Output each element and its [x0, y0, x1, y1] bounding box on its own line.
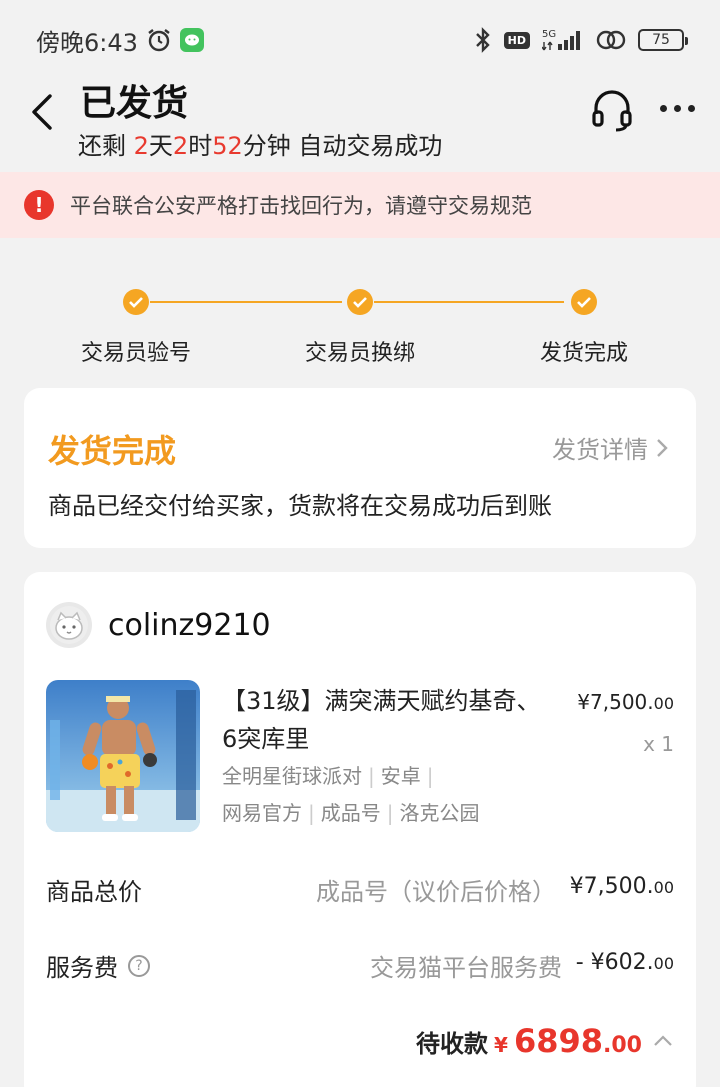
meta-official: 网易官方 — [222, 801, 302, 825]
battery-indicator: 75 — [638, 29, 688, 51]
alarm-icon — [146, 27, 172, 53]
service-fee-note: 交易猫平台服务费 — [370, 954, 562, 982]
warning-icon: ! — [24, 190, 54, 220]
meta-type: 成品号 — [320, 801, 381, 825]
product-quantity: x 1 — [643, 732, 674, 756]
chevron-left-icon — [32, 94, 52, 130]
product-price: ¥7,500.00 — [577, 690, 674, 714]
delivery-status-title: 发货完成 — [48, 432, 177, 470]
receivable-row[interactable]: 待收款 ¥ 6898 .00 — [416, 1022, 674, 1060]
game-character-image — [46, 680, 200, 832]
back-button[interactable] — [28, 92, 56, 132]
signal-icon: 5G — [542, 28, 584, 52]
check-icon — [347, 289, 373, 315]
meta-platform: 安卓 — [380, 764, 421, 788]
total-price-label: 商品总价 — [46, 878, 142, 906]
total-price-amount: ¥7,500.00 — [569, 874, 674, 899]
countdown-minutes: 52 — [212, 132, 243, 160]
help-icon[interactable]: ? — [128, 954, 150, 977]
delivery-status-card: 发货完成 发货详情 商品已经交付给买家，货款将在交易成功后到账 — [24, 388, 696, 548]
status-bar: 傍晚6:43 HD 5G 75 — [0, 0, 720, 80]
service-fee-row: 服务费 ? 交易猫平台服务费 - ¥602.00 — [46, 948, 674, 988]
service-fee-label: 服务费 — [46, 954, 118, 982]
countdown-days: 2 — [133, 132, 149, 160]
hotspot-icon — [596, 29, 626, 51]
total-price-note: 成品号（议价后价格） — [316, 878, 556, 906]
seller-avatar[interactable] — [46, 602, 92, 648]
hd-icon: HD — [503, 31, 530, 49]
delivery-description: 商品已经交付给买家，货款将在交易成功后到账 — [48, 492, 552, 520]
check-icon — [123, 289, 149, 315]
progress-steps: 交易员验号 交易员换绑 发货完成 — [0, 280, 720, 370]
step-verify-account: 交易员验号 — [56, 280, 216, 367]
order-card: colinz9210 【31级】满突满天赋约基奇、6突库里 全明星街球派对 | … — [24, 572, 696, 1087]
receivable-label: 待收款 — [416, 1030, 489, 1058]
customer-service-button[interactable] — [590, 88, 634, 132]
service-fee-amount: - ¥602.00 — [575, 950, 674, 975]
notice-text: 平台联合公安严格打击找回行为，请遵守交易规范 — [70, 194, 532, 218]
chevron-right-icon — [657, 438, 668, 457]
product-meta: 全明星街球派对 | 安卓 | 网易官方 | 成品号 | 洛克公园 — [222, 764, 480, 825]
receivable-decimals: .00 — [603, 1033, 642, 1058]
security-notice-banner: ! 平台联合公安严格打击找回行为，请遵守交易规范 — [0, 172, 720, 238]
page-title: 已发货 — [80, 83, 189, 124]
chevron-up-icon — [654, 1035, 672, 1046]
receivable-amount: 6898 — [513, 1022, 604, 1060]
bluetooth-icon — [474, 27, 492, 53]
cat-avatar-icon — [50, 606, 88, 644]
page-header: 已发货 还剩 2天2时52分钟 自动交易成功 — [0, 70, 720, 170]
receivable-currency: ¥ — [494, 1033, 508, 1057]
more-options-button[interactable] — [660, 98, 700, 118]
check-icon — [571, 289, 597, 315]
product-title[interactable]: 【31级】满突满天赋约基奇、6突库里 — [222, 682, 542, 758]
step-rebind-account: 交易员换绑 — [280, 280, 440, 367]
delivery-details-link[interactable]: 发货详情 — [552, 430, 668, 465]
more-icon — [660, 104, 667, 112]
total-price-row: 商品总价 成品号（议价后价格） ¥7,500.00 — [46, 872, 674, 912]
step-delivery-complete: 发货完成 — [504, 280, 664, 367]
seller-name[interactable]: colinz9210 — [108, 608, 271, 643]
product-thumbnail[interactable] — [46, 680, 200, 832]
wechat-notification-icon — [179, 28, 204, 52]
clock-time: 傍晚6:43 — [36, 28, 138, 57]
svg-text:5G: 5G — [542, 29, 556, 40]
headset-icon — [592, 90, 632, 132]
meta-server: 洛克公园 — [399, 801, 480, 825]
meta-game: 全明星街球派对 — [222, 764, 362, 788]
auto-complete-countdown: 还剩 2天2时52分钟 自动交易成功 — [78, 132, 443, 160]
countdown-hours: 2 — [172, 132, 189, 160]
